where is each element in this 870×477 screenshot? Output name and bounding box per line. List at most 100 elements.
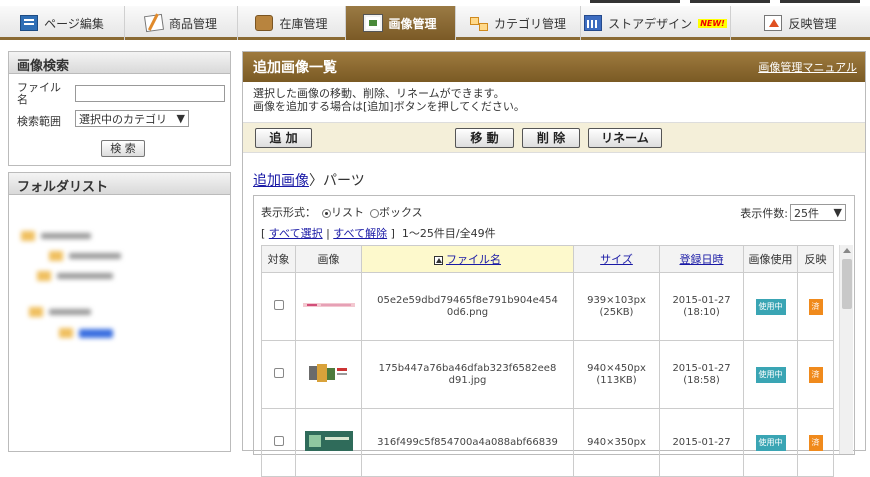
folder-icon xyxy=(21,231,35,241)
usage-cell: 使用中 xyxy=(743,340,798,409)
reflect-cell: 済 xyxy=(797,408,834,477)
breadcrumb-current: パーツ xyxy=(323,173,365,189)
stock-icon xyxy=(255,15,274,31)
col-target: 対象 xyxy=(261,245,296,273)
in-use-badge: 使用中 xyxy=(755,434,786,451)
search-button[interactable]: 検 索 xyxy=(101,140,145,157)
display-format-label: 表示形式： xyxy=(261,206,316,219)
folder-label xyxy=(69,253,121,259)
col-date[interactable]: 登録日時 xyxy=(659,245,744,273)
col-size-label[interactable]: サイズ xyxy=(600,253,633,266)
date-day: 2015-01-27 xyxy=(672,362,731,374)
delete-button[interactable]: 削 除 xyxy=(522,128,580,148)
select-all-link[interactable]: すべて選択 xyxy=(269,227,323,240)
display-count-label: 表示件数: xyxy=(740,206,788,220)
folder-icon xyxy=(49,251,63,261)
col-date-label[interactable]: 登録日時 xyxy=(680,253,724,266)
scroll-up-icon[interactable] xyxy=(843,248,851,253)
date-day: 2015-01-27 xyxy=(672,436,731,448)
main-nav: ページ編集 商品管理 在庫管理 画像管理 カテゴリ管理 ストアデザイン NEW!… xyxy=(0,6,870,40)
folder-item[interactable] xyxy=(21,231,91,241)
file-name-input[interactable] xyxy=(75,85,225,102)
manual-link[interactable]: 画像管理マニュアル xyxy=(758,59,857,75)
tab-reflect[interactable]: 反映管理 xyxy=(731,6,870,40)
chevron-down-icon: ▼ xyxy=(833,206,842,219)
page-edit-icon xyxy=(20,15,39,31)
goods-icon xyxy=(143,13,165,33)
result-range: 1〜25件目/全49件 xyxy=(401,227,496,240)
date-cell: 2015-01-27 (18:10) xyxy=(659,272,744,341)
in-use-badge: 使用中 xyxy=(755,298,786,315)
size-kb: (113KB) xyxy=(596,374,637,386)
new-badge: NEW! xyxy=(698,18,727,28)
deselect-all-link[interactable]: すべて解除 xyxy=(333,227,387,240)
move-button[interactable]: 移 動 xyxy=(455,128,514,148)
reflected-badge: 済 xyxy=(808,434,823,451)
date-day: 2015-01-27 xyxy=(672,294,731,306)
radio-box-label: ボックス xyxy=(379,206,423,219)
radio-icon xyxy=(370,208,379,218)
display-count: 表示件数: 25件 ▼ xyxy=(740,204,846,221)
rename-button[interactable]: リネーム xyxy=(588,128,662,148)
image-thumbnail[interactable] xyxy=(302,301,355,309)
row-checkbox[interactable] xyxy=(273,435,284,446)
size-dim: 940×350px xyxy=(587,436,646,448)
col-size[interactable]: サイズ xyxy=(573,245,660,273)
tab-category[interactable]: カテゴリ管理 xyxy=(456,6,581,40)
select-line: [ すべて選択 | すべて解除 ] 1〜25件目/全49件 xyxy=(261,227,496,240)
chevron-down-icon: ▼ xyxy=(176,112,185,125)
tab-image[interactable]: 画像管理 xyxy=(346,6,456,40)
tab-goods[interactable]: 商品管理 xyxy=(125,6,238,40)
folder-label xyxy=(49,309,91,315)
folder-icon xyxy=(59,328,73,338)
display-count-value: 25件 xyxy=(794,206,819,220)
radio-icon xyxy=(322,208,331,218)
add-button[interactable]: 追 加 xyxy=(255,128,312,148)
breadcrumb-link[interactable]: 追加画像 xyxy=(253,173,309,189)
folder-item[interactable] xyxy=(37,271,113,281)
tab-store-design[interactable]: ストアデザイン NEW! xyxy=(581,6,731,40)
table-row: 05e2e59dbd79465f8e791b904e4540d6.png 939… xyxy=(261,272,834,341)
radio-list[interactable]: リスト xyxy=(322,204,364,220)
folder-icon xyxy=(29,307,43,317)
radio-list-label: リスト xyxy=(331,206,364,219)
top-strip-segment xyxy=(690,0,770,3)
folder-list-panel: フォルダリスト xyxy=(8,172,231,452)
tab-label: 反映管理 xyxy=(788,16,837,31)
row-checkbox[interactable] xyxy=(273,367,284,378)
col-filename-label[interactable]: ファイル名 xyxy=(446,253,501,266)
table-row: 175b447a76ba46dfab323f6582ee8d91.jpg 940… xyxy=(261,340,834,409)
in-use-badge: 使用中 xyxy=(755,366,786,383)
filename-cell: 316f499c5f854700a4a088abf66839 xyxy=(361,408,574,477)
row-select-cell xyxy=(261,408,296,477)
size-cell: 940×450px (113KB) xyxy=(573,340,660,409)
folder-item[interactable] xyxy=(49,251,121,261)
sort-asc-icon xyxy=(434,255,443,265)
tab-label: 在庫管理 xyxy=(279,16,328,31)
image-thumb-cell xyxy=(295,272,362,341)
image-search-title: 画像検索 xyxy=(9,52,230,74)
description: 選択した画像の移動、削除、リネームができます。 画像を追加する場合は[追加]ボタ… xyxy=(243,82,865,118)
reflected-badge: 済 xyxy=(808,298,823,315)
tab-stock[interactable]: 在庫管理 xyxy=(238,6,346,40)
display-count-select[interactable]: 25件 ▼ xyxy=(790,204,846,221)
col-filename[interactable]: ファイル名 xyxy=(361,245,574,273)
folder-item[interactable] xyxy=(29,307,91,317)
design-icon xyxy=(584,15,603,31)
image-table: 対象 画像 ファイル名 サイズ 登録日時 画像使用 反映 05e2e59dbd7… xyxy=(261,245,834,477)
table-scrollbar[interactable] xyxy=(839,245,853,454)
tab-page-edit[interactable]: ページ編集 xyxy=(0,6,125,40)
date-time: (18:10) xyxy=(683,306,720,318)
folder-item-selected[interactable] xyxy=(59,328,113,338)
image-thumbnail[interactable] xyxy=(308,362,349,384)
page-title: 追加画像一覧 xyxy=(253,60,337,76)
search-scope-value: 選択中のカテゴリ xyxy=(79,112,167,126)
search-scope-select[interactable]: 選択中のカテゴリ ▼ xyxy=(75,110,189,127)
radio-box[interactable]: ボックス xyxy=(370,204,423,220)
scroll-thumb[interactable] xyxy=(842,259,852,309)
table-header-row: 対象 画像 ファイル名 サイズ 登録日時 画像使用 反映 xyxy=(261,245,834,273)
row-checkbox[interactable] xyxy=(273,299,284,310)
folder-label xyxy=(41,233,91,239)
reflect-cell: 済 xyxy=(797,272,834,341)
image-thumbnail[interactable] xyxy=(304,430,353,451)
